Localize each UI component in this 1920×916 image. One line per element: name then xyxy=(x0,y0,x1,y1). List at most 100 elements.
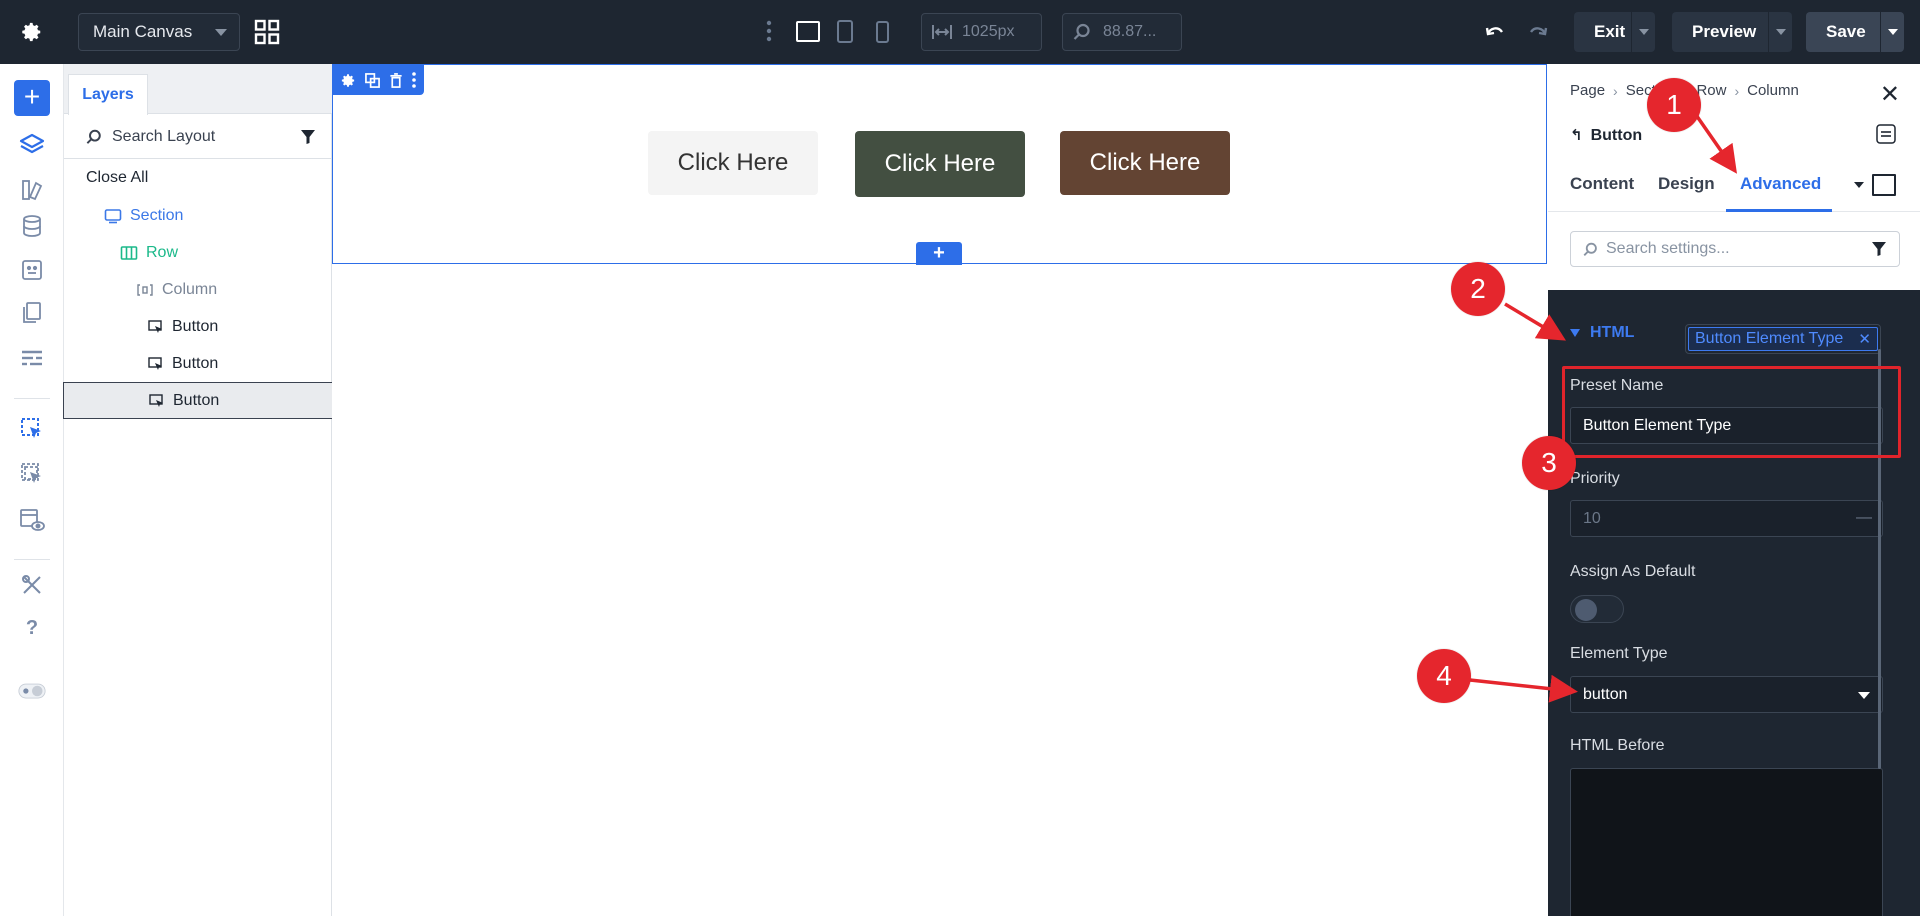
chevron-down-icon xyxy=(1858,692,1870,699)
database-icon[interactable] xyxy=(18,212,46,240)
element-type-select[interactable]: button xyxy=(1570,676,1883,713)
canvas-select-value: Main Canvas xyxy=(93,22,193,41)
layer-item-button-selected[interactable]: Button xyxy=(63,382,333,419)
annotation-highlight-box xyxy=(1562,366,1901,458)
button-module-icon xyxy=(148,319,164,335)
breadcrumb-item[interactable]: Column xyxy=(1747,82,1799,99)
section-outline[interactable]: Click Here Click Here Click Here + xyxy=(332,64,1547,265)
chevron-down-icon xyxy=(215,29,227,36)
settings-header: Page › Section › Row › Column ✕ ↰ Button Con… xyxy=(1548,64,1920,290)
preset-chip-label: Button Element Type xyxy=(1695,330,1844,347)
html-before-textarea[interactable] xyxy=(1570,768,1883,916)
multi-select-icon[interactable] xyxy=(18,460,46,488)
add-module-button[interactable]: + xyxy=(14,80,50,116)
duplicate-icon[interactable] xyxy=(365,72,381,88)
tab-layers[interactable]: Layers xyxy=(68,74,148,115)
add-row-button[interactable]: + xyxy=(916,242,962,265)
pages-icon[interactable] xyxy=(18,299,46,327)
delete-icon[interactable] xyxy=(389,72,403,88)
more-options-icon[interactable] xyxy=(766,20,772,47)
desktop-view-icon[interactable] xyxy=(796,21,820,42)
section-toolbar xyxy=(333,65,424,95)
tab-advanced[interactable]: Advanced xyxy=(1740,174,1821,194)
layer-item-column[interactable]: Column xyxy=(64,271,332,308)
layer-item-section[interactable]: Section xyxy=(64,197,332,234)
settings-gear-icon[interactable] xyxy=(0,0,64,64)
priority-input[interactable]: 10 — xyxy=(1570,500,1883,537)
theme-toggle-icon[interactable] xyxy=(18,677,46,705)
row-icon xyxy=(120,245,138,261)
filter-icon[interactable] xyxy=(300,129,316,150)
layer-item-button[interactable]: Button xyxy=(64,345,332,382)
toggle-knob xyxy=(1575,599,1597,621)
settings-tabs: Content Design Advanced xyxy=(1548,164,1920,212)
back-icon[interactable]: ↰ xyxy=(1570,127,1583,144)
element-title-text: Button xyxy=(1590,127,1643,144)
button-module-icon xyxy=(148,356,164,372)
exit-button[interactable]: Exit xyxy=(1574,12,1655,52)
layers-icon[interactable] xyxy=(18,131,46,159)
preset-chip-inner: Button Element Type ✕ xyxy=(1688,327,1878,351)
preview-label: Preview xyxy=(1692,22,1757,41)
zoom-field[interactable]: 88.87... xyxy=(1062,13,1182,51)
undo-icon[interactable] xyxy=(1484,20,1506,47)
canvas-button-brown[interactable]: Click Here xyxy=(1060,131,1230,195)
builder-canvas[interactable]: Click Here Click Here Click Here + xyxy=(332,64,1548,916)
breadcrumb-item[interactable]: Page xyxy=(1570,82,1605,99)
breadcrumb-item[interactable]: Section xyxy=(1626,82,1676,99)
close-icon[interactable]: ✕ xyxy=(1858,330,1871,348)
search-icon xyxy=(1583,242,1598,257)
html-group-toggle[interactable]: HTML xyxy=(1570,324,1634,342)
canvas-button-light[interactable]: Click Here xyxy=(648,131,818,195)
phone-view-icon[interactable] xyxy=(876,21,889,43)
preview-button[interactable]: Preview xyxy=(1672,12,1792,52)
preview-mode-icon[interactable] xyxy=(18,506,46,534)
exit-dropdown-icon[interactable] xyxy=(1631,12,1655,52)
button-label: Click Here xyxy=(677,149,789,176)
assign-default-toggle[interactable] xyxy=(1570,595,1624,623)
layer-item-row[interactable]: Row xyxy=(64,234,332,271)
top-toolbar: Main Canvas 1025px 88.87... Exit Preview… xyxy=(0,0,1920,64)
design-library-icon[interactable] xyxy=(18,176,46,204)
tab-content[interactable]: Content xyxy=(1570,174,1634,194)
page-settings-icon[interactable] xyxy=(18,256,46,284)
settings-panel: Page › Section › Row › Column ✕ ↰ Button Con… xyxy=(1548,64,1920,916)
button-module-icon xyxy=(149,393,165,409)
canvas-select[interactable]: Main Canvas xyxy=(78,13,240,51)
tab-dropdown-icon[interactable] xyxy=(1854,182,1864,188)
button-label: Click Here xyxy=(1089,149,1201,176)
breadcrumb-item[interactable]: Row xyxy=(1696,82,1726,99)
save-label: Save xyxy=(1826,22,1866,41)
tab-design[interactable]: Design xyxy=(1658,174,1715,194)
save-button[interactable]: Save xyxy=(1806,12,1904,52)
canvas-width-field[interactable]: 1025px xyxy=(921,13,1042,51)
filter-icon[interactable] xyxy=(1871,241,1887,262)
select-element-icon[interactable] xyxy=(18,415,46,443)
view-mode-icon[interactable] xyxy=(1872,174,1896,196)
preset-options-icon[interactable] xyxy=(1876,124,1896,149)
help-icon[interactable]: ? xyxy=(18,614,46,642)
canvas-grid-icon[interactable] xyxy=(254,19,280,45)
settings-search-input[interactable]: Search settings... xyxy=(1570,231,1900,267)
close-icon[interactable]: ✕ xyxy=(1880,80,1900,109)
minus-icon[interactable]: — xyxy=(1856,509,1872,527)
more-options-icon[interactable] xyxy=(411,72,416,88)
layer-item-button[interactable]: Button xyxy=(64,308,332,345)
redo-icon[interactable] xyxy=(1527,20,1549,47)
layer-item-label: Button xyxy=(172,354,219,372)
preset-chip[interactable]: Button Element Type ✕ xyxy=(1685,324,1881,354)
priority-label: Priority xyxy=(1570,470,1620,487)
section-settings-icon[interactable] xyxy=(341,73,356,88)
save-dropdown-icon[interactable] xyxy=(1880,12,1904,52)
close-all-label: Close All xyxy=(86,168,149,186)
button-label: Click Here xyxy=(884,150,996,177)
tools-icon[interactable] xyxy=(18,571,46,599)
group-title: HTML xyxy=(1590,324,1635,341)
close-all-button[interactable]: Close All xyxy=(64,159,332,196)
layers-search[interactable]: Search Layout xyxy=(64,115,332,159)
html-before-label: HTML Before xyxy=(1570,737,1665,754)
preview-dropdown-icon[interactable] xyxy=(1768,12,1792,52)
tablet-view-icon[interactable] xyxy=(837,20,853,43)
sections-icon[interactable] xyxy=(18,344,46,372)
canvas-button-green[interactable]: Click Here xyxy=(855,131,1025,197)
